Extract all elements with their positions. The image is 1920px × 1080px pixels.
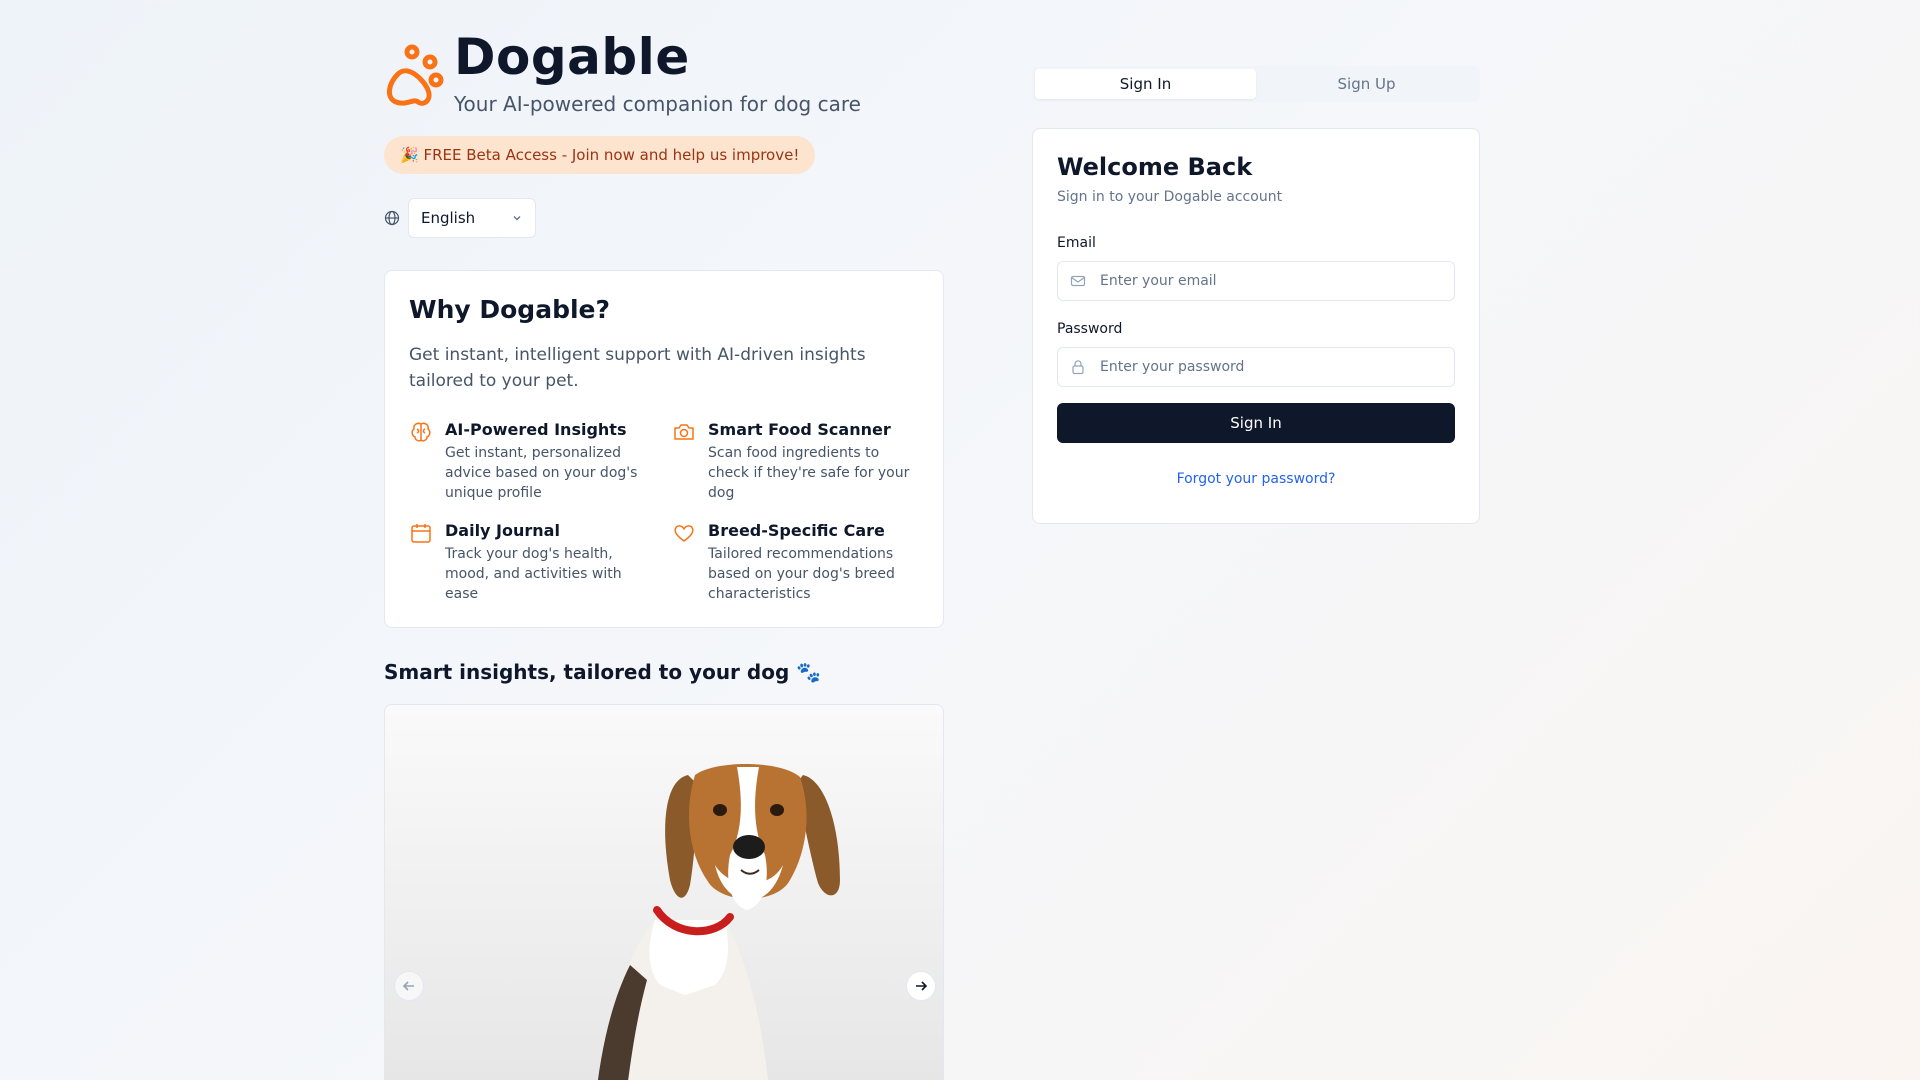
- feature-title: Breed-Specific Care: [708, 521, 885, 540]
- auth-tabs: Sign In Sign Up: [1032, 66, 1480, 102]
- app-subtitle: Your AI-powered companion for dog care: [454, 92, 861, 116]
- calendar-icon: [411, 524, 431, 543]
- card-title: Welcome Back: [1057, 153, 1253, 181]
- password-field-wrapper: [1057, 347, 1455, 387]
- forgot-password-link[interactable]: Forgot your password?: [1057, 471, 1455, 487]
- feature-description: Track your dog's health, mood, and activ…: [445, 546, 622, 602]
- brand-header: Dogable Your AI-powered companion for do…: [384, 32, 861, 116]
- arrow-right-icon: [916, 981, 928, 991]
- feature-description: Scan food ingredients to check if they'r…: [708, 445, 910, 501]
- password-label: Password: [1057, 321, 1123, 337]
- feature-title: Daily Journal: [445, 521, 560, 540]
- globe-icon: [384, 210, 400, 226]
- feature-daily-journal: Daily Journal Track your dog's health, m…: [409, 521, 672, 604]
- carousel-next-button[interactable]: [906, 971, 936, 1001]
- email-label: Email: [1057, 235, 1096, 251]
- language-row: English: [384, 198, 536, 238]
- arrow-left-icon: [402, 981, 414, 991]
- beta-banner: 🎉 FREE Beta Access - Join now and help u…: [384, 136, 816, 174]
- feature-food-scanner: Smart Food Scanner Scan food ingredients…: [672, 420, 912, 503]
- feature-grid: AI-Powered Insights Get instant, persona…: [409, 420, 919, 604]
- app-title: Dogable: [454, 28, 690, 86]
- dog-image-carousel: [384, 704, 944, 1080]
- language-select[interactable]: English: [408, 198, 536, 238]
- heart-icon: [674, 525, 694, 542]
- email-field[interactable]: [1100, 273, 1442, 289]
- feature-description: Get instant, personalized advice based o…: [445, 445, 638, 501]
- password-field[interactable]: [1100, 359, 1442, 375]
- why-title: Why Dogable?: [409, 295, 610, 324]
- camera-icon: [674, 424, 694, 440]
- feature-title: AI-Powered Insights: [445, 420, 627, 439]
- tab-sign-up[interactable]: Sign Up: [1256, 69, 1477, 99]
- why-description: Get instant, intelligent support with AI…: [409, 345, 866, 391]
- email-field-wrapper: [1057, 261, 1455, 301]
- feature-breed-care: Breed-Specific Care Tailored recommendat…: [672, 521, 912, 604]
- feature-ai-insights: AI-Powered Insights Get instant, persona…: [409, 420, 672, 503]
- right-column: Sign In Sign Up Welcome Back Sign in to …: [1032, 66, 1480, 524]
- why-dogable-card: Why Dogable? Get instant, intelligent su…: [384, 270, 944, 628]
- feature-description: Tailored recommendations based on your d…: [708, 546, 895, 602]
- brain-icon: [411, 422, 431, 442]
- tab-sign-in[interactable]: Sign In: [1035, 69, 1256, 99]
- carousel-prev-button[interactable]: [394, 971, 424, 1001]
- paw-logo-icon: [387, 44, 444, 106]
- chevron-down-icon: [513, 216, 521, 221]
- feature-title: Smart Food Scanner: [708, 420, 891, 439]
- card-subtitle: Sign in to your Dogable account: [1057, 189, 1283, 205]
- lock-icon: [1072, 360, 1084, 375]
- sign-in-card: Welcome Back Sign in to your Dogable acc…: [1032, 128, 1480, 524]
- beagle-photo: [597, 763, 840, 1080]
- mail-icon: [1070, 275, 1086, 287]
- insights-heading: Smart insights, tailored to your dog 🐾: [384, 660, 822, 684]
- sign-in-button[interactable]: Sign In: [1057, 403, 1455, 443]
- language-selected: English: [421, 209, 476, 227]
